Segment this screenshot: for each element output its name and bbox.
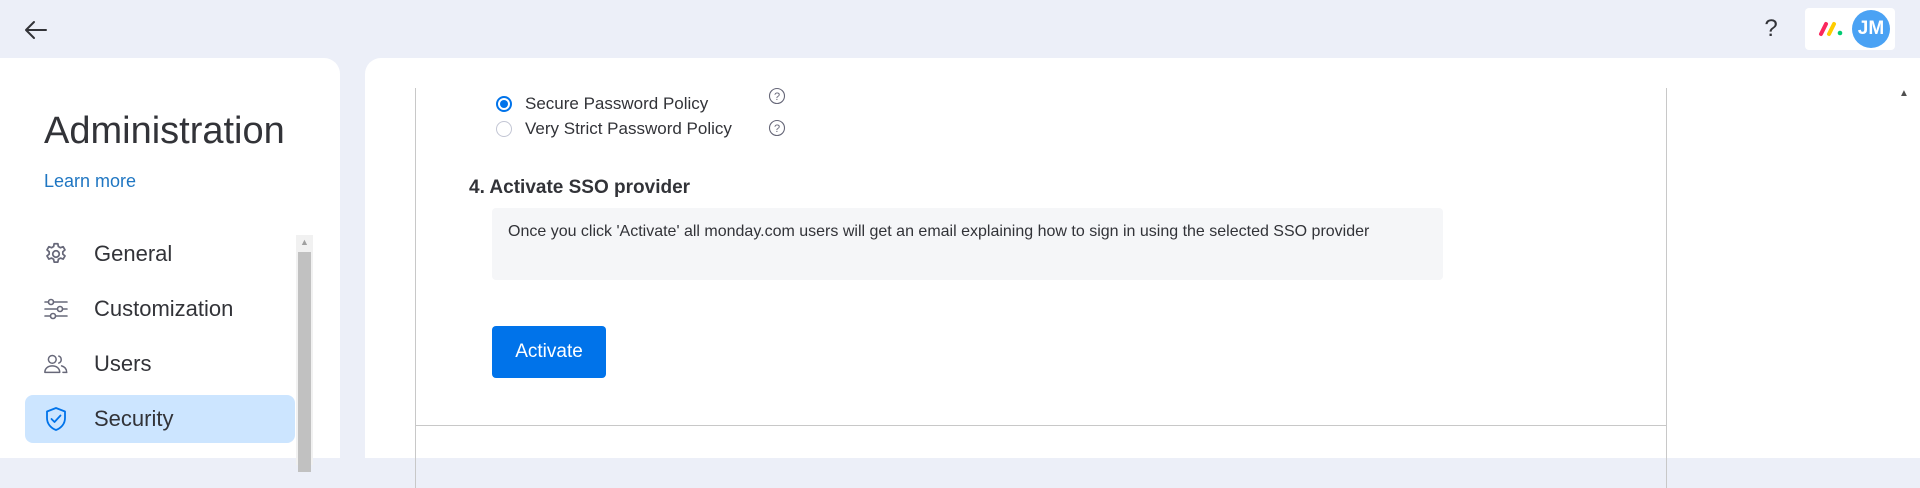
sidebar-item-label: Security bbox=[94, 406, 174, 431]
sidebar-item-label: Users bbox=[94, 351, 152, 376]
gear-icon bbox=[43, 242, 69, 266]
activate-button[interactable]: Activate bbox=[492, 326, 606, 378]
sidebar-item-label: Customization bbox=[94, 296, 234, 321]
main-panel: Secure Password Policy ? Very Strict Pas… bbox=[365, 58, 1920, 488]
svg-text:?: ? bbox=[774, 123, 780, 135]
page-title: Administration bbox=[44, 110, 285, 152]
step-heading: 4. Activate SSO provider bbox=[469, 177, 691, 198]
sidebar-nav: General Customization Users Security bbox=[25, 230, 295, 450]
radio-button-selected[interactable] bbox=[496, 96, 512, 112]
radio-secure-password-policy[interactable]: Secure Password Policy bbox=[496, 94, 708, 114]
monday-logo-icon bbox=[1819, 22, 1843, 36]
shield-icon bbox=[43, 407, 69, 431]
avatar[interactable]: JM bbox=[1852, 10, 1890, 48]
sso-settings-card bbox=[415, 88, 1667, 488]
top-bar: ? JM bbox=[0, 0, 1920, 58]
users-icon bbox=[43, 352, 69, 376]
radio-button[interactable] bbox=[496, 121, 512, 137]
admin-sidebar: Administration Learn more General Custom… bbox=[0, 58, 340, 472]
account-menu[interactable]: JM bbox=[1805, 8, 1895, 50]
sidebar-item-general[interactable]: General bbox=[25, 230, 295, 278]
sliders-icon bbox=[43, 297, 69, 321]
question-circle-icon[interactable]: ? bbox=[768, 119, 786, 137]
svg-text:?: ? bbox=[774, 91, 780, 103]
help-button[interactable]: ? bbox=[1755, 12, 1787, 46]
radio-label: Very Strict Password Policy bbox=[525, 119, 732, 138]
scroll-thumb[interactable] bbox=[298, 252, 311, 472]
activation-notice: Once you click 'Activate' all monday.com… bbox=[492, 208, 1443, 280]
back-button[interactable] bbox=[20, 14, 52, 46]
page-scroll-up-icon[interactable]: ▲ bbox=[1897, 88, 1911, 100]
learn-more-link[interactable]: Learn more bbox=[44, 171, 136, 192]
divider bbox=[415, 425, 1667, 426]
sidebar-item-customization[interactable]: Customization bbox=[25, 285, 295, 333]
sidebar-scrollbar[interactable]: ▲ bbox=[296, 235, 313, 472]
arrow-left-icon bbox=[25, 21, 47, 39]
sidebar-item-users[interactable]: Users bbox=[25, 340, 295, 388]
sidebar-item-label: General bbox=[94, 241, 173, 266]
radio-very-strict-password-policy[interactable]: Very Strict Password Policy bbox=[496, 119, 732, 139]
sidebar-item-security[interactable]: Security bbox=[25, 395, 295, 443]
question-circle-icon[interactable]: ? bbox=[768, 87, 786, 105]
scroll-up-arrow-icon[interactable]: ▲ bbox=[296, 235, 313, 250]
radio-label: Secure Password Policy bbox=[525, 94, 709, 113]
